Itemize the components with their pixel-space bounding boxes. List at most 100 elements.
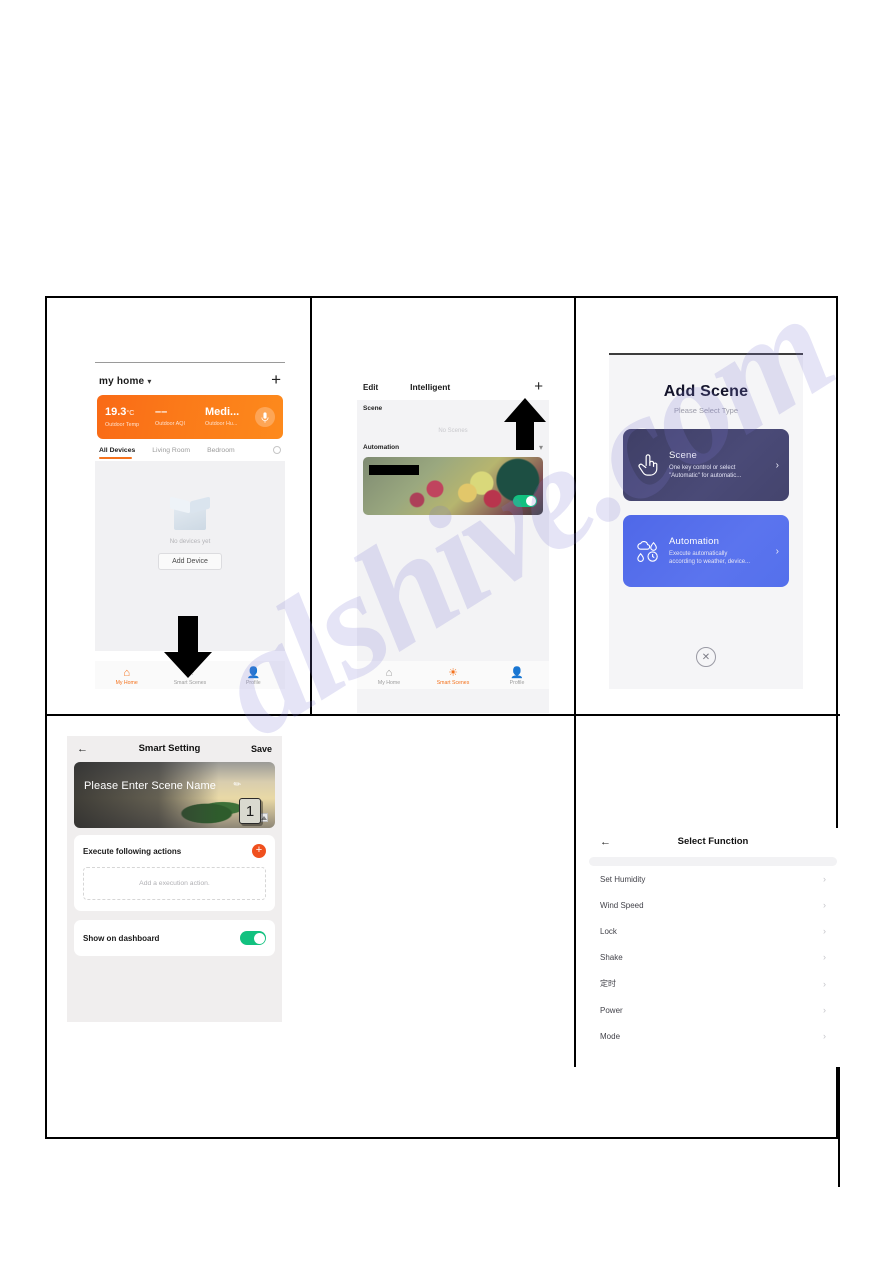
back-arrow-icon[interactable]: ← [77,743,88,754]
weather-card[interactable]: 19.3°C Outdoor Temp –– Outdoor AQI Medi.… [97,395,283,439]
show-on-dashboard-label: Show on dashboard [83,933,160,943]
list-item[interactable]: Wind Speed › [588,892,838,918]
nav-label: My Home [377,680,401,686]
nav-label: Smart Scenes [173,680,207,686]
figure-cell-5: ← Select Function Set Humidity › Wind Spe… [576,716,840,1067]
profile-icon: 👤 [246,667,261,679]
annotation-arrow-down [164,616,212,678]
weather-label: Outdoor AQI [155,421,185,427]
page-title: Select Function [677,836,749,847]
section-automation-label: Automation [363,444,400,451]
chevron-right-icon: › [823,900,826,910]
bottom-nav: ⌂ My Home ☀ Smart Scenes 👤 Profile [357,661,549,689]
weather-item: 19.3°C Outdoor Temp [105,406,155,429]
function-label: 定时 [600,979,616,988]
home-icon: ⌂ [123,667,130,679]
weather-value: –– [155,406,168,418]
weather-clock-icon [633,539,663,563]
add-action-placeholder[interactable]: Add a execution action. [83,867,266,900]
weather-item: –– Outdoor AQI [155,406,205,428]
add-scene-subtitle: Please Select Type [673,406,739,415]
search-placeholder-bar[interactable] [589,857,837,866]
room-tabs: All Devices Living Room Bedroom [95,439,285,459]
nav-label: Smart Scenes [436,680,470,686]
nav-label: Profile [509,680,525,686]
figure-cell-4: ← Smart Setting Save Please Enter Scene … [47,716,576,1067]
list-item[interactable]: Shake › [588,944,838,970]
chevron-right-icon: › [823,1031,826,1041]
chevron-right-icon: › [823,874,826,884]
execute-actions-title: Execute following actions [83,846,182,856]
chevron-right-icon: › [823,926,826,936]
edit-button[interactable]: Edit [363,383,378,392]
save-button[interactable]: Save [251,744,272,754]
nav-item-profile[interactable]: 👤 Profile [485,667,549,686]
tab-living-room[interactable]: Living Room [152,447,190,454]
automation-card[interactable] [363,457,543,515]
nav-item-smart-scenes[interactable]: ☀ Smart Scenes [421,667,485,686]
smart-setting-header: ← Smart Setting Save [67,736,282,762]
tab-active-indicator [99,457,132,459]
figure-grid: my home ▾ + 19.3°C Outdoor Temp –– Outdoo… [45,296,840,1187]
automation-card-desc: Execute automatically according to weath… [669,550,751,566]
function-label: Lock [600,926,617,936]
microphone-icon[interactable] [255,407,275,427]
back-arrow-icon[interactable]: ← [600,836,611,847]
scene-name-placeholder: Please Enter Scene Name [84,780,216,792]
nav-label: Profile [245,680,261,686]
weather-item: Medi... Outdoor Hu... [205,406,255,428]
profile-icon: 👤 [510,667,524,679]
execute-actions-header: Execute following actions + [83,844,266,858]
scene-type-card-automation[interactable]: Automation Execute automatically accordi… [623,515,789,587]
function-list: Set Humidity › Wind Speed › Lock › Shake › 定… [588,866,838,1049]
nav-item-profile[interactable]: 👤 Profile [222,667,285,686]
weather-label: Outdoor Hu... [205,421,238,427]
figure-cell-2: Edit Intelligent + Scene No Scenes Autom… [312,298,576,716]
chevron-right-icon: › [775,545,779,557]
scene-type-card-scene[interactable]: Scene One key control or select "Automat… [623,429,789,501]
figure-cell-3: Add Scene Please Select Type Scene One k… [576,298,840,716]
weather-label: Outdoor Temp [105,421,140,428]
function-label: Set Humidity [600,874,646,884]
list-item[interactable]: 定时 › [588,970,838,997]
home-header: my home ▾ + [95,363,285,395]
function-label: Shake [600,952,623,962]
add-scene-button[interactable]: + [534,379,543,394]
page-title: Smart Setting [138,743,201,754]
page-title: Intelligent [410,382,451,392]
chevron-right-icon: › [823,1005,826,1015]
show-on-dashboard-row: Show on dashboard [74,920,275,956]
scene-card-title: Scene [669,449,697,461]
list-item[interactable]: Power › [588,997,838,1023]
redacted-label [369,465,419,475]
add-button[interactable]: + [271,371,281,388]
function-label: Power [600,1005,623,1015]
list-item[interactable]: Set Humidity › [588,866,838,892]
automation-card-text: Automation Execute automatically accordi… [663,536,750,567]
add-scene-title: Add Scene [663,383,749,400]
scene-card-text: Scene One key control or select "Automat… [663,450,741,481]
list-item[interactable]: Mode › [588,1023,838,1049]
home-icon: ⌂ [385,667,393,679]
show-on-dashboard-toggle[interactable] [240,931,266,945]
nav-item-my-home[interactable]: ⌂ My Home [357,667,421,686]
callout-badge-1: 1 [239,798,261,824]
phone-screen-smart-setting: ← Smart Setting Save Please Enter Scene … [67,736,282,1022]
scene-card-desc: One key control or select "Automatic" fo… [669,464,742,480]
nav-label: My Home [115,680,138,686]
scenes-icon: ☀ [448,667,458,679]
automation-toggle[interactable] [513,495,537,507]
room-settings-icon[interactable] [273,446,281,454]
close-icon[interactable]: ✕ [696,647,716,667]
list-item[interactable]: Lock › [588,918,838,944]
nav-item-my-home[interactable]: ⌂ My Home [95,667,158,686]
tab-all-devices[interactable]: All Devices [99,447,135,454]
intelligent-header: Edit Intelligent + [357,376,549,400]
add-action-button[interactable]: + [252,844,266,858]
phone-screen-add-scene: Add Scene Please Select Type Scene One k… [609,353,803,689]
tab-bedroom[interactable]: Bedroom [207,447,235,454]
add-device-button[interactable]: Add Device [158,553,222,570]
select-function-header: ← Select Function [588,828,838,857]
edit-pencil-icon[interactable]: ✎ [231,778,244,791]
home-selector[interactable]: my home ▾ [99,371,151,389]
